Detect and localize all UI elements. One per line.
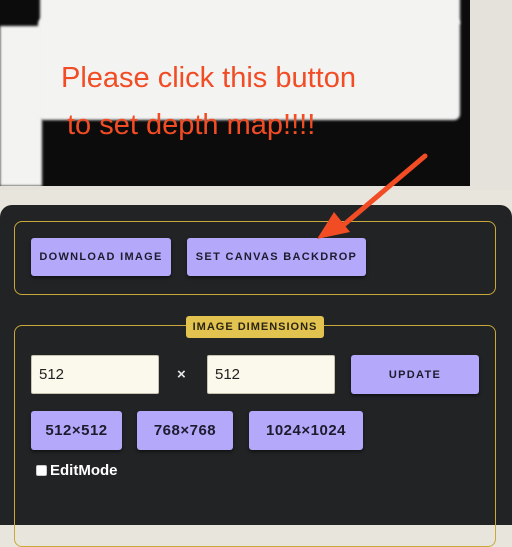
actions-group: DOWNLOAD IMAGE SET CANVAS BACKDROP [14,221,496,295]
width-input[interactable] [31,355,159,394]
preset-512-button[interactable]: 512×512 [31,411,122,450]
set-canvas-backdrop-button[interactable]: SET CANVAS BACKDROP [187,238,366,276]
editmode-label: EditMode [50,462,118,479]
preset-768-button[interactable]: 768×768 [137,411,233,450]
height-input[interactable] [207,355,335,394]
annotation-line-1: Please click this button [61,62,356,94]
image-dimensions-legend: IMAGE DIMENSIONS [186,316,324,338]
annotation-line-2: to set depth map!!!! [67,109,316,141]
depth-shape-left [0,26,42,186]
dimension-separator: × [177,366,186,383]
control-panel: DOWNLOAD IMAGE SET CANVAS BACKDROP IMAGE… [0,205,512,547]
preset-1024-button[interactable]: 1024×1024 [249,411,363,450]
update-button[interactable]: UPDATE [351,355,479,394]
editmode-checkbox[interactable] [36,465,47,476]
download-image-button[interactable]: DOWNLOAD IMAGE [31,238,171,276]
canvas-area [0,0,512,190]
